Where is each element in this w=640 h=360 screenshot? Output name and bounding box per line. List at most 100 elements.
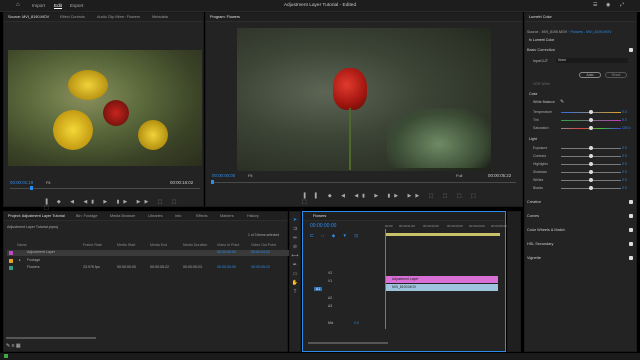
tab-audio-clip-mixer[interactable]: Audio Clip Mixer: Flowers: [97, 15, 140, 19]
col-frame-rate[interactable]: Frame Rate: [83, 243, 102, 247]
col-video-out[interactable]: Video Out Point: [251, 243, 276, 247]
reset-button[interactable]: Reset: [605, 72, 627, 78]
auto-button[interactable]: Auto: [579, 72, 601, 78]
eyedropper-icon[interactable]: ✎: [560, 99, 564, 105]
tab-history[interactable]: History: [247, 214, 259, 218]
section-vignette[interactable]: Vignette: [527, 256, 633, 262]
curves-checkbox[interactable]: [629, 214, 633, 218]
creative-checkbox[interactable]: [629, 200, 633, 204]
rectangle-icon[interactable]: ▭: [291, 271, 299, 277]
fullscreen-icon[interactable]: ⤢: [620, 2, 624, 8]
tab-source[interactable]: Source: MVI_8190.MOV: [8, 15, 49, 19]
source-timecode[interactable]: 00:00:01:19: [10, 180, 33, 185]
workspaces-icon[interactable]: ☰: [593, 2, 597, 8]
temperature-slider[interactable]: Temperature 0.0: [531, 110, 631, 115]
section-color-wheels[interactable]: Color Wheels & Match: [527, 228, 633, 234]
highlights-slider[interactable]: Highlights 0.0: [531, 162, 631, 167]
track-v2-label[interactable]: V2: [328, 271, 332, 275]
lumetri-source[interactable]: Source - MVI_8190.MOV · Flowers - MVI_81…: [527, 30, 612, 34]
project-scrollbar[interactable]: [6, 337, 96, 339]
project-header-row: Name Frame Rate Media Start Media End Me…: [7, 243, 292, 249]
source-fit-select[interactable]: Fit: [46, 180, 50, 185]
col-video-in[interactable]: Video In Point: [217, 243, 239, 247]
razor-icon[interactable]: ⊘: [291, 244, 299, 250]
contrast-slider[interactable]: Contrast 0.0: [531, 154, 631, 159]
col-name[interactable]: Name: [17, 243, 27, 247]
input-lut-select[interactable]: None: [556, 58, 628, 63]
exposure-slider[interactable]: Exposure 0.0: [531, 146, 631, 151]
program-fit-select[interactable]: Fit: [248, 173, 252, 178]
timeline-timecode[interactable]: 00:00:00:00: [310, 223, 336, 229]
list-view-icon[interactable]: ✎ ≡ ▦: [6, 343, 21, 349]
slip-icon[interactable]: ⟷: [291, 253, 299, 259]
tab-effect-controls[interactable]: Effect Controls: [60, 15, 85, 19]
source-playhead[interactable]: [30, 186, 33, 190]
time-ruler[interactable]: 00:00 00:00:01:00 00:00:02:00 00:00:03:0…: [383, 222, 507, 230]
shadows-slider[interactable]: Shadows 0.0: [531, 170, 631, 175]
whites-slider[interactable]: Whites 0.0: [531, 178, 631, 183]
section-creative[interactable]: Creative: [527, 200, 633, 206]
track-select-icon[interactable]: ⇉: [291, 226, 299, 232]
light-section-header[interactable]: Light: [529, 137, 537, 141]
color-section-header[interactable]: Color: [529, 92, 538, 96]
program-video: [237, 28, 491, 171]
notifications-icon[interactable]: ◉: [606, 2, 610, 8]
window-title: Adjustment Layer Tutorial - Edited: [283, 3, 357, 8]
tab-markers[interactable]: Markers: [220, 214, 234, 218]
blacks-slider[interactable]: Blacks 0.0: [531, 186, 631, 191]
tab-metadata[interactable]: Metadata: [152, 15, 168, 19]
program-scrubber[interactable]: [212, 182, 516, 183]
source-transport-controls[interactable]: ▐ ◆ ◀ ◀▮ ▶ ▮▶ ▶▶ ⬚ ⬚ ⬚: [44, 199, 184, 211]
timeline-zoom-scrollbar[interactable]: [308, 342, 388, 344]
tab-bin-footage[interactable]: Bin: Footage: [76, 214, 98, 218]
lumetri-effect-select[interactable]: fx Lumetri Color: [529, 38, 554, 42]
label-color-swatch: [9, 266, 13, 270]
label-color-swatch: [9, 259, 13, 263]
source-scrubber[interactable]: [10, 188, 200, 189]
tab-libraries[interactable]: Libraries: [148, 214, 163, 218]
track-a3-label[interactable]: A3: [328, 304, 332, 308]
table-row[interactable]: Adjustment Layer 00:00:00:00 00:00:04:22: [7, 250, 292, 256]
track-a2-label[interactable]: A2: [328, 296, 332, 300]
adjustment-layer-clip[interactable]: Adjustment Layer: [386, 276, 498, 283]
track-v1-label[interactable]: V1: [328, 279, 332, 283]
selection-tool-icon[interactable]: ➤: [291, 217, 299, 223]
tab-timeline-flowers[interactable]: Flowers: [313, 214, 326, 218]
basic-correction-checkbox[interactable]: [629, 48, 633, 52]
timeline-tools[interactable]: ⊏ ∩ ◆ ▼ ⊡: [310, 233, 378, 239]
section-hsl-secondary[interactable]: HSL Secondary: [527, 242, 633, 248]
video-clip[interactable]: MVI_8190.MOV: [386, 284, 498, 291]
tab-media-browser[interactable]: Media Browser: [110, 214, 135, 218]
program-playhead[interactable]: [211, 180, 214, 184]
work-area-bar[interactable]: [385, 233, 500, 236]
saturation-slider[interactable]: Saturation 100.0: [531, 126, 631, 131]
program-quality-select[interactable]: Full: [456, 173, 462, 178]
tab-effects[interactable]: Effects: [196, 214, 208, 218]
master-label: Mix: [328, 321, 334, 325]
program-timecode[interactable]: 00:00:00:00: [212, 173, 235, 178]
table-row[interactable]: ▸ Footage: [7, 258, 292, 264]
col-media-end[interactable]: Media End: [150, 243, 167, 247]
track-a1-label[interactable]: A1: [314, 287, 323, 291]
project-panel: Project: Adjustment Layer Tutorial Bin: …: [3, 211, 288, 352]
program-monitor-panel: Program: Flowers 00:00:00:00 Fit Full 00…: [205, 12, 523, 207]
tint-slider[interactable]: Tint 0.0: [531, 118, 631, 123]
vignette-checkbox[interactable]: [629, 256, 633, 260]
hsl-secondary-checkbox[interactable]: [629, 242, 633, 246]
col-media-duration[interactable]: Media Duration: [183, 243, 207, 247]
section-basic-correction[interactable]: Basic Correction: [527, 48, 633, 54]
section-curves[interactable]: Curves: [527, 214, 633, 220]
ripple-edit-icon[interactable]: ⇹: [291, 235, 299, 241]
pen-icon[interactable]: ✒: [291, 262, 299, 268]
table-row[interactable]: Flowers 23.976 fps 00:00:00:00 00:00:05:…: [7, 265, 292, 271]
tab-project[interactable]: Project: Adjustment Layer Tutorial: [8, 214, 65, 218]
tab-program[interactable]: Program: Flowers: [210, 15, 240, 19]
program-transport-controls[interactable]: ▐ ▌ ◆ ◀ ◀▮ ▶ ▮▶ ▶▶ ⬚ ⬚ ⬚ ⬚ ⬚: [302, 193, 482, 205]
color-wheels-checkbox[interactable]: [629, 228, 633, 232]
hand-icon[interactable]: ✋: [291, 280, 299, 286]
tab-lumetri-color[interactable]: Lumetri Color: [529, 15, 552, 19]
tab-info[interactable]: Info: [175, 214, 181, 218]
type-icon[interactable]: T: [291, 289, 299, 295]
col-media-start[interactable]: Media Start: [117, 243, 135, 247]
master-value[interactable]: 0.0: [354, 321, 359, 325]
